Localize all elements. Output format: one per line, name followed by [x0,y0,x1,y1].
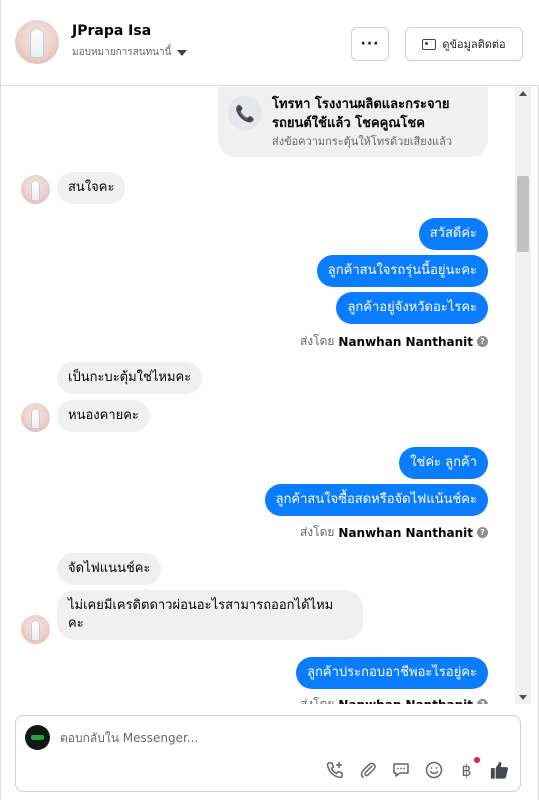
more-options-button[interactable]: ··· [351,27,389,61]
assign-label: มอบหมายการสนทนานี้ [72,47,172,58]
help-icon[interactable]: ? [477,699,488,704]
message-line: คะ [68,616,84,631]
thumbs-up-icon[interactable] [489,759,510,781]
incoming-message[interactable]: หนองคายคะ [57,400,150,432]
call-card-title: โทรหา โรงงานผลิตและกระจายรถยนต์ใช้แล้ว โ… [272,97,450,131]
sent-by-line: ส่งโดย Nanwhan Nanthanit ? [300,523,488,542]
scroll-down-arrow-icon[interactable] [519,695,527,700]
outgoing-message[interactable]: สวัสดีค่ะ [418,218,488,250]
incoming-message[interactable]: เป็นกะบะตุ้มใช่ไหมคะ [57,362,203,394]
phone-icon: 📞 [228,96,262,130]
sent-by-prefix: ส่งโดย [299,334,335,348]
scroll-up-arrow-icon[interactable] [519,91,527,96]
reply-input[interactable] [60,728,500,748]
contact-card-icon [422,38,437,50]
contact-avatar-small [21,403,50,432]
incoming-message[interactable]: สนใจคะ [57,172,126,204]
messenger-window: JPrapa Isa มอบหมายการสนทนานี้ ··· ดูข้อม… [0,0,539,800]
view-contact-button[interactable]: ดูข้อมูลติดต่อ [405,27,523,61]
outgoing-message[interactable]: ลูกค้าอยู่จังหวัดอะไรคะ [336,292,488,324]
message-thread[interactable]: 📞 โทรหา โรงงานผลิตและกระจายรถยนต์ใช้แล้ว… [1,87,515,704]
assign-conversation-dropdown[interactable]: มอบหมายการสนทนานี้ [72,45,188,60]
sent-by-agent: Nanwhan Nanthanit [338,334,473,349]
incoming-message-multiline[interactable]: ไม่เคยมีเครดิตดาวผ่อนอะไรสามารถออกได้ไหม… [57,590,363,640]
chat-bubble-icon[interactable] [390,759,411,781]
outgoing-message[interactable]: ใช่ค่ะ ลูกค้า [399,447,488,479]
outgoing-message[interactable]: ลูกค้าสนใจรถรุ่นนี้อยู่นะคะ [316,255,488,287]
contact-avatar-small [21,615,50,644]
sent-by-agent: Nanwhan Nanthanit [338,525,473,540]
phone-plus-icon[interactable] [324,759,345,781]
page-avatar [25,725,50,750]
caret-down-icon [177,49,188,56]
sent-by-prefix: ส่งโดย [299,525,335,539]
conversation-header: JPrapa Isa มอบหมายการสนทนานี้ ··· ดูข้อม… [1,0,539,86]
sent-by-line: ส่งโดย Nanwhan Nanthanit ? [300,332,488,351]
scrollbar-thumb[interactable] [517,176,529,252]
smiley-icon[interactable] [423,759,444,781]
paperclip-icon[interactable] [357,759,378,781]
help-icon[interactable]: ? [477,336,488,347]
thread-scrollbar[interactable] [515,87,531,704]
sent-by-agent: Nanwhan Nanthanit [338,698,473,705]
sent-by-prefix: ส่งโดย [299,697,335,704]
reply-composer: ฿ [15,715,521,792]
contact-avatar-small [21,175,50,204]
outgoing-message[interactable]: ลูกค้าสนใจซื้อสดหรือจัดไฟแน้นช์คะ [264,484,488,516]
composer-toolbar: ฿ [324,757,510,782]
call-card-subtitle: ส่งข้อความกระตุ้นให้โทรด้วยเสียงแล้ว [272,135,453,148]
message-line: ไม่เคยมีเครดิตดาวผ่อนอะไรสามารถออกได้ไหม [68,598,334,613]
notification-dot [474,757,480,763]
call-prompt-card: 📞 โทรหา โรงงานผลิตและกระจายรถยนต์ใช้แล้ว… [218,87,488,157]
baht-icon[interactable]: ฿ [456,757,480,781]
sent-by-line: ส่งโดย Nanwhan Nanthanit ? [300,695,488,704]
view-contact-label: ดูข้อมูลติดต่อ [442,38,506,51]
incoming-message[interactable]: จัดไฟแนนช์คะ [57,553,162,585]
help-icon[interactable]: ? [477,527,488,538]
contact-name[interactable]: JPrapa Isa [72,23,151,39]
outgoing-message[interactable]: ลูกค้าประกอบอาชีพอะไรอยู่คะ [296,657,488,689]
contact-avatar[interactable] [15,20,59,64]
